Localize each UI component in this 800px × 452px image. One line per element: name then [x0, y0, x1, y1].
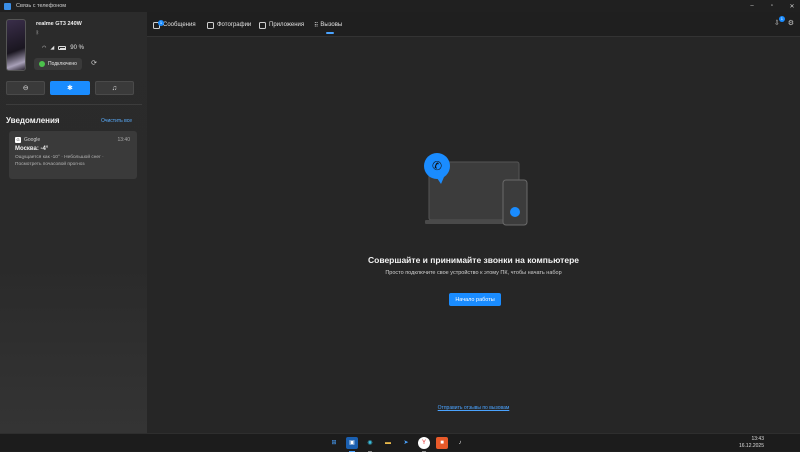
- system-clock[interactable]: 13:43 16.12.2025: [739, 436, 764, 450]
- clock-date: 16.12.2025: [738, 443, 764, 449]
- tab-messages[interactable]: 1 Сообщения: [153, 19, 196, 31]
- phone-small-call-icon: [510, 207, 520, 217]
- phone-download-icon[interactable]: ⇩ 1: [774, 16, 785, 27]
- window-controls: – ▫ ✕: [748, 0, 796, 12]
- maximize-button[interactable]: ▫: [768, 3, 776, 9]
- refresh-icon[interactable]: ⟳: [88, 58, 100, 70]
- calls-panel: ✆ Совершайте и принимайте звонки на комп…: [147, 36, 800, 433]
- file-explorer-icon[interactable]: ▬: [382, 437, 394, 449]
- device-name: realme GT3 240W: [36, 21, 82, 27]
- connection-status-pill[interactable]: Подключено: [34, 58, 82, 70]
- svg-text:✆: ✆: [432, 159, 442, 173]
- do-not-disturb-button[interactable]: ⊖: [6, 81, 46, 95]
- gear-icon[interactable]: ⚙: [788, 19, 794, 27]
- notifications-title: Уведомления: [6, 116, 60, 125]
- signal-icon: ◢: [50, 45, 55, 51]
- bluetooth-icon: ᛒ: [36, 30, 40, 36]
- window-title: Связь с телефоном: [16, 3, 67, 9]
- bluetooth-button[interactable]: ✱: [50, 81, 90, 95]
- device-status-row: ◠ ◢ 90 %: [42, 45, 84, 51]
- divider: [6, 104, 142, 105]
- get-started-button[interactable]: Начало работы: [449, 293, 501, 306]
- calls-illustration: ✆: [424, 153, 528, 226]
- telegram-icon[interactable]: ➤: [400, 437, 412, 449]
- tab-photos-label: Фотографии: [217, 22, 252, 28]
- tab-calls[interactable]: ⠿ Вызовы: [314, 19, 343, 34]
- tab-messages-label: Сообщения: [163, 22, 196, 28]
- bluetooth-icon: ✱: [67, 85, 73, 92]
- phone-link-app-icon: [4, 2, 11, 10]
- message-icon: 1: [153, 19, 164, 29]
- messages-badge: 1: [158, 19, 164, 26]
- notification-body-line-2: Посмотреть почасовой прогноз: [15, 162, 85, 167]
- clock-time: 13:43: [751, 436, 764, 442]
- google-app-icon: G: [15, 137, 21, 143]
- tiktok-icon[interactable]: ♪: [454, 437, 466, 449]
- wifi-icon: ◠: [42, 45, 47, 51]
- app-orange-icon[interactable]: ■: [436, 437, 448, 449]
- tab-apps[interactable]: Приложения: [259, 19, 304, 31]
- yandex-browser-icon[interactable]: Y: [418, 437, 430, 452]
- clear-all-link[interactable]: Очистить все: [101, 118, 132, 124]
- minimize-button[interactable]: –: [748, 3, 756, 9]
- nav-right-actions: ⇩ 1 ⚙: [774, 16, 794, 27]
- music-note-icon: ♫: [111, 84, 117, 92]
- windows-taskbar: ⊞ ▣ ◉ ▬ ➤ Y ■ ♪ 13:43 16.12.2025: [0, 433, 800, 452]
- notification-headline: Москва: -4°: [15, 146, 49, 152]
- connection-status-label: Подключено: [48, 61, 77, 67]
- quick-actions: ⊖ ✱ ♫: [6, 81, 134, 95]
- main-subtitle: Просто подключите свое устройство к этом…: [385, 270, 562, 276]
- battery-level: 90 %: [70, 45, 84, 51]
- phone-link-app: Связь с телефоном – ▫ ✕ realme GT3 240W …: [0, 0, 800, 433]
- apps-icon: [259, 21, 266, 29]
- phone-badge: 1: [778, 16, 785, 22]
- phone-shape: [502, 179, 528, 226]
- phone-wallpaper-thumbnail[interactable]: [6, 19, 26, 71]
- notification-body-line-1: Ощущается как -10° · Небольшой снег ·: [15, 155, 104, 160]
- title-bar: Связь с телефоном – ▫ ✕: [0, 0, 800, 12]
- minus-circle-icon: ⊖: [22, 85, 29, 92]
- notification-app-name: Google: [24, 137, 41, 143]
- dialpad-icon: ⠿: [314, 22, 319, 29]
- feedback-link[interactable]: Отправить отзывы по вызовам: [147, 405, 800, 411]
- edge-icon[interactable]: ◉: [364, 437, 376, 452]
- tab-calls-label: Вызовы: [320, 22, 343, 28]
- notification-card[interactable]: G Google 13:40 Москва: -4° Ощущается как…: [9, 131, 137, 179]
- notification-time: 13:40: [117, 137, 130, 143]
- audio-button[interactable]: ♫: [94, 81, 134, 95]
- taskbar-apps: ⊞ ▣ ◉ ▬ ➤ Y ■ ♪: [328, 437, 466, 452]
- top-navigation: 1 Сообщения Фотографии Приложения ⠿ Вызо…: [147, 12, 800, 36]
- windows-start-icon[interactable]: ⊞: [328, 437, 340, 449]
- phone-link-taskbar-icon[interactable]: ▣: [346, 437, 358, 452]
- connected-check-icon: [39, 61, 45, 67]
- close-button[interactable]: ✕: [788, 3, 796, 10]
- tab-apps-label: Приложения: [269, 22, 305, 28]
- left-panel: realme GT3 240W ᛒ ◠ ◢ 90 % Подключено ⟳ …: [0, 12, 147, 433]
- main-heading: Совершайте и принимайте звонки на компью…: [368, 255, 579, 265]
- photo-icon: [207, 21, 214, 29]
- battery-icon: [58, 46, 67, 50]
- tab-photos[interactable]: Фотографии: [207, 19, 251, 31]
- device-status-icons: ᛒ: [36, 30, 39, 36]
